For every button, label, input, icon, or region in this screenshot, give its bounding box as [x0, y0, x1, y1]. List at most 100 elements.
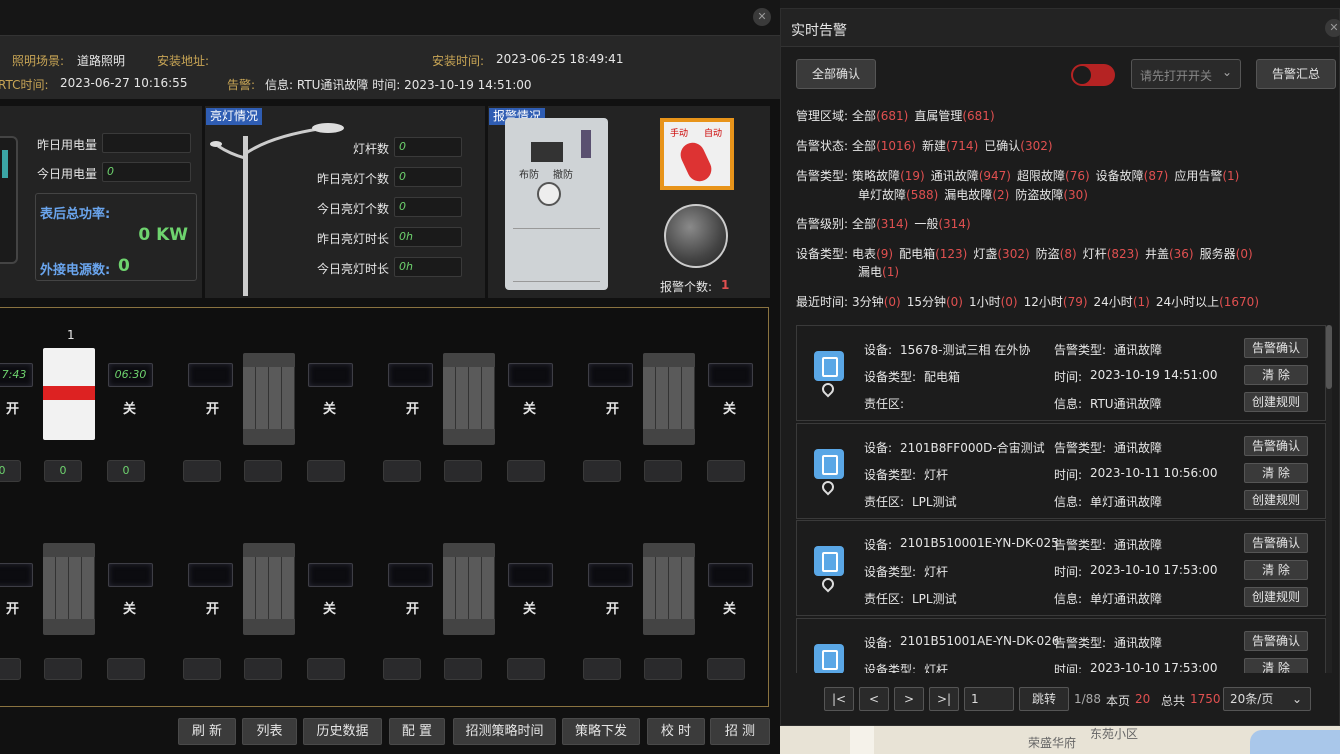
circuit-breaker[interactable] — [243, 543, 295, 635]
today-power-label: 今日用电量 — [37, 167, 98, 181]
alarm-card-list: 设备: 15678-测试三相 在外协 设备类型: 配电箱 责任区: 告警类型: 通讯故障 时间… — [781, 325, 1326, 673]
timer-off-display — [708, 563, 753, 587]
footer-button[interactable]: 列表 — [242, 718, 297, 745]
counter-slot — [507, 460, 545, 482]
filter-option[interactable]: 设备故障(87) — [1096, 169, 1169, 183]
create-rule-button[interactable]: 创建规则 — [1244, 392, 1308, 412]
circuit-breaker[interactable] — [443, 353, 495, 445]
card-type-value: 配电箱 — [924, 370, 961, 384]
filter-option[interactable]: 已确认(302) — [984, 139, 1052, 153]
card-info-value: 单灯通讯故障 — [1090, 592, 1163, 606]
breaker-body — [243, 367, 295, 429]
counter-slot — [183, 460, 221, 482]
filter-option[interactable]: 超限故障(76) — [1017, 169, 1090, 183]
circuit-breaker[interactable] — [443, 543, 495, 635]
filter-option[interactable]: 配电箱(123) — [899, 247, 967, 261]
manual-auto-switch[interactable]: 手动 自动 — [660, 118, 734, 190]
footer-button[interactable]: 招 测 — [710, 718, 770, 745]
filter-option[interactable]: 新建(714) — [922, 139, 978, 153]
filter-option-count: (19) — [900, 169, 925, 183]
device-icon — [814, 448, 844, 479]
circuit-breaker[interactable] — [243, 353, 295, 445]
filter-option[interactable]: 一般(314) — [914, 217, 970, 231]
lighting-row-label: 今日亮灯时长 — [316, 262, 389, 276]
clear-button[interactable]: 清 除 — [1244, 462, 1308, 483]
card-time-value: 2023-10-10 17:53:00 — [1090, 563, 1218, 577]
footer-button[interactable]: 招测策略时间 — [453, 718, 556, 745]
clear-button[interactable]: 清 除 — [1244, 560, 1308, 580]
filter-option[interactable]: 井盖(36) — [1145, 247, 1194, 261]
close-icon[interactable]: ✕ — [753, 8, 771, 26]
location-pin-icon[interactable] — [819, 478, 837, 495]
filter-option[interactable]: 24小时以上(1670) — [1156, 295, 1259, 309]
switch-on-label: 开 — [206, 402, 220, 417]
switch-off-label: 关 — [523, 402, 537, 417]
filter-option[interactable]: 漏电故障(2) — [944, 188, 1009, 202]
alarm-confirm-button[interactable]: 告警确认 — [1244, 435, 1308, 456]
circuit-breaker[interactable] — [43, 348, 95, 440]
filter-option[interactable]: 漏电(1) — [858, 265, 899, 279]
prev-page-button[interactable]: < — [859, 687, 889, 711]
footer-button[interactable]: 策略下发 — [562, 718, 640, 745]
card-device-value: 15678-测试三相 在外协 — [900, 343, 1031, 357]
last-page-button[interactable]: >| — [929, 687, 959, 711]
filter-option[interactable]: 防盗故障(30) — [1015, 188, 1088, 202]
footer-button[interactable]: 历史数据 — [303, 718, 382, 745]
footer-button[interactable]: 刷 新 — [178, 718, 236, 745]
clear-button[interactable]: 清 除 — [1244, 365, 1308, 385]
filter-option[interactable]: 服务器(0) — [1200, 247, 1253, 261]
filter-option[interactable]: 15分钟(0) — [907, 295, 963, 309]
filter-option[interactable]: 应用告警(1) — [1174, 169, 1239, 183]
filter-option[interactable]: 策略故障(19) — [852, 169, 925, 183]
card-alarm-type-value: 通讯故障 — [1114, 538, 1163, 552]
location-pin-icon[interactable] — [819, 380, 837, 398]
alarm-confirm-button[interactable]: 告警确认 — [1244, 630, 1308, 651]
close-icon[interactable]: ✕ — [1325, 19, 1340, 37]
page-input[interactable]: 1 — [964, 687, 1014, 711]
alarm-select[interactable]: 请先打开开关 ⌄ — [1131, 59, 1241, 89]
per-page-select[interactable]: 20条/页 ⌄ — [1223, 687, 1311, 711]
filter-option[interactable]: 3分钟(0) — [852, 295, 901, 309]
page-count: 1/88 — [1074, 692, 1101, 706]
footer-button[interactable]: 配 置 — [389, 718, 445, 745]
card-owner-value: LPL测试 — [912, 592, 957, 606]
alarm-summary-button[interactable]: 告警汇总 — [1256, 59, 1336, 89]
circuit-breaker[interactable] — [643, 353, 695, 445]
filter-option[interactable]: 电表(9) — [852, 247, 893, 261]
footer-button[interactable]: 校 时 — [647, 718, 705, 745]
filter-option[interactable]: 防盗(8) — [1036, 247, 1077, 261]
create-rule-button[interactable]: 创建规则 — [1244, 587, 1308, 607]
filter-option[interactable]: 灯杆(823) — [1083, 247, 1139, 261]
filter-option[interactable]: 直属管理(681) — [914, 109, 994, 123]
next-page-button[interactable]: > — [894, 687, 924, 711]
jump-button[interactable]: 跳转 — [1019, 687, 1069, 711]
map-background: 荣盛华府 东苑小区 — [780, 726, 1340, 754]
filter-option[interactable]: 灯盏(302) — [973, 247, 1029, 261]
counter-slot — [183, 658, 221, 680]
alarm-confirm-button[interactable]: 告警确认 — [1244, 533, 1308, 553]
scene-label: 照明场景: — [12, 54, 65, 68]
filter-option[interactable]: 全部(314) — [852, 217, 908, 231]
lighting-row-label: 昨日亮灯个数 — [316, 172, 389, 186]
alarm-toggle[interactable] — [1071, 64, 1115, 86]
window-title: 实时告警 — [791, 23, 847, 39]
rtc-time-value: 2023-06-27 10:16:55 — [60, 76, 188, 90]
alarm-confirm-button[interactable]: 告警确认 — [1244, 338, 1308, 358]
filter-option[interactable]: 全部(1016) — [852, 139, 916, 153]
total-power-label: 表后总功率: — [40, 207, 111, 222]
scrollbar[interactable] — [1326, 325, 1332, 673]
clear-button[interactable]: 清 除 — [1244, 657, 1308, 673]
filter-option[interactable]: 12小时(79) — [1024, 295, 1088, 309]
per-page-value: 20条/页 — [1230, 692, 1274, 706]
filter-option[interactable]: 24小时(1) — [1094, 295, 1150, 309]
first-page-button[interactable]: |< — [824, 687, 854, 711]
filter-option[interactable]: 通讯故障(947) — [931, 169, 1011, 183]
circuit-breaker[interactable] — [43, 543, 95, 635]
filter-option[interactable]: 1小时(0) — [969, 295, 1018, 309]
filter-option[interactable]: 全部(681) — [852, 109, 908, 123]
circuit-breaker[interactable] — [643, 543, 695, 635]
create-rule-button[interactable]: 创建规则 — [1244, 489, 1308, 510]
filter-option[interactable]: 单灯故障(588) — [858, 188, 938, 202]
confirm-all-button[interactable]: 全部确认 — [796, 59, 876, 89]
location-pin-icon[interactable] — [819, 575, 837, 593]
